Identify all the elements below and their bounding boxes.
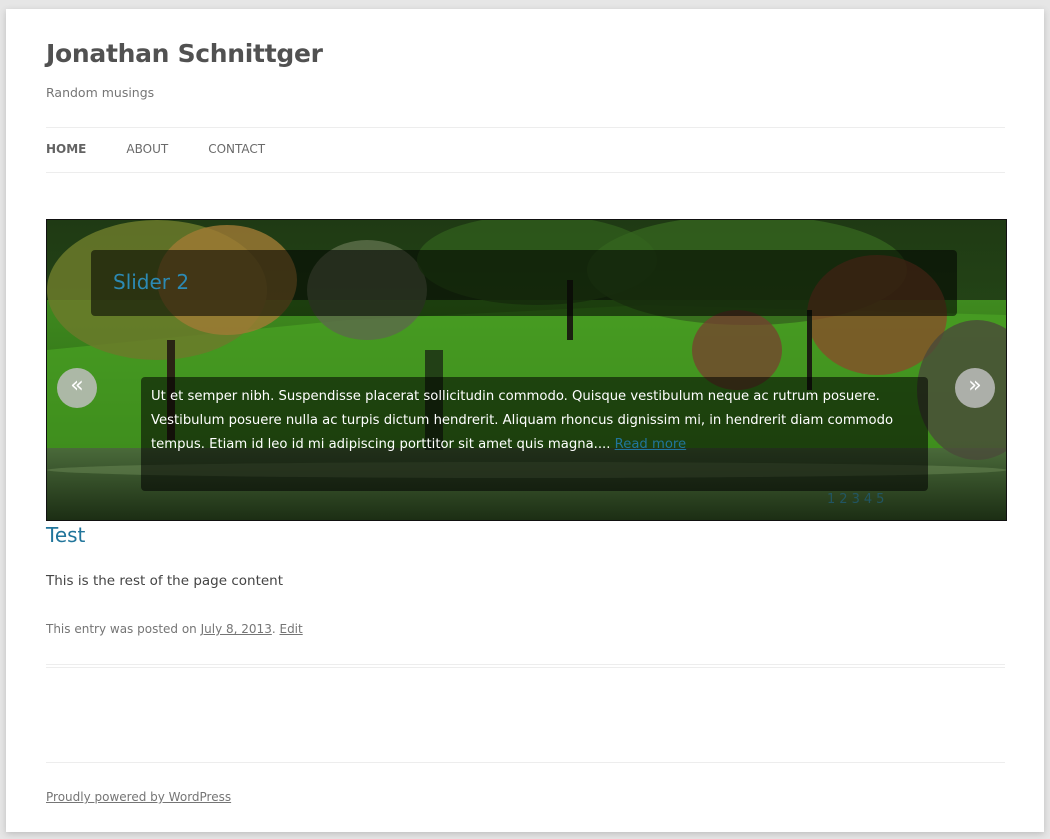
- slide-title[interactable]: Slider 2: [113, 270, 189, 294]
- slide-caption-text: Ut et semper nibh. Suspendisse placerat …: [151, 389, 894, 452]
- post-meta: This entry was posted on July 8, 2013. E…: [46, 622, 303, 636]
- slider-prev-button[interactable]: «: [57, 368, 97, 408]
- site-description: Random musings: [46, 85, 155, 100]
- nav-item-home[interactable]: HOME: [46, 142, 86, 156]
- slider-page-5[interactable]: 5: [876, 492, 884, 507]
- header-divider-top: [46, 127, 1005, 128]
- footer-divider: [46, 762, 1005, 763]
- post-date-link[interactable]: July 8, 2013: [201, 622, 272, 636]
- wordpress-credit-link[interactable]: Proudly powered by WordPress: [46, 790, 231, 804]
- page: Jonathan Schnittger Random musings HOME …: [6, 9, 1044, 832]
- header-divider-bottom: [46, 172, 1005, 173]
- nav-item-contact[interactable]: CONTACT: [208, 142, 265, 156]
- read-more-link[interactable]: Read more: [615, 437, 687, 452]
- post-content: This is the rest of the page content: [46, 573, 284, 589]
- image-slider: Slider 2 Ut et semper nibh. Suspendisse …: [46, 219, 1007, 521]
- main-navigation: HOME ABOUT CONTACT: [46, 142, 305, 156]
- slider-page-1[interactable]: 1: [827, 492, 835, 507]
- site-title[interactable]: Jonathan Schnittger: [46, 39, 323, 68]
- post-title[interactable]: Test: [46, 523, 85, 547]
- edit-link[interactable]: Edit: [279, 622, 302, 636]
- post-meta-separator: .: [271, 622, 276, 636]
- slider-page-2[interactable]: 2: [839, 492, 847, 507]
- slider-pagination: 1 2 3 4 5: [827, 492, 884, 507]
- slide-caption-overlay: Ut et semper nibh. Suspendisse placerat …: [141, 377, 928, 491]
- slide-title-overlay: Slider 2: [91, 250, 957, 316]
- entry-divider-1: [46, 664, 1005, 665]
- nav-item-about[interactable]: ABOUT: [126, 142, 168, 156]
- entry-divider-2: [46, 667, 1005, 668]
- slider-page-4[interactable]: 4: [864, 492, 872, 507]
- slider-page-3[interactable]: 3: [852, 492, 860, 507]
- slide-caption: Ut et semper nibh. Suspendisse placerat …: [151, 385, 918, 457]
- post-meta-prefix: This entry was posted on: [46, 622, 197, 636]
- slider-next-button[interactable]: »: [955, 368, 995, 408]
